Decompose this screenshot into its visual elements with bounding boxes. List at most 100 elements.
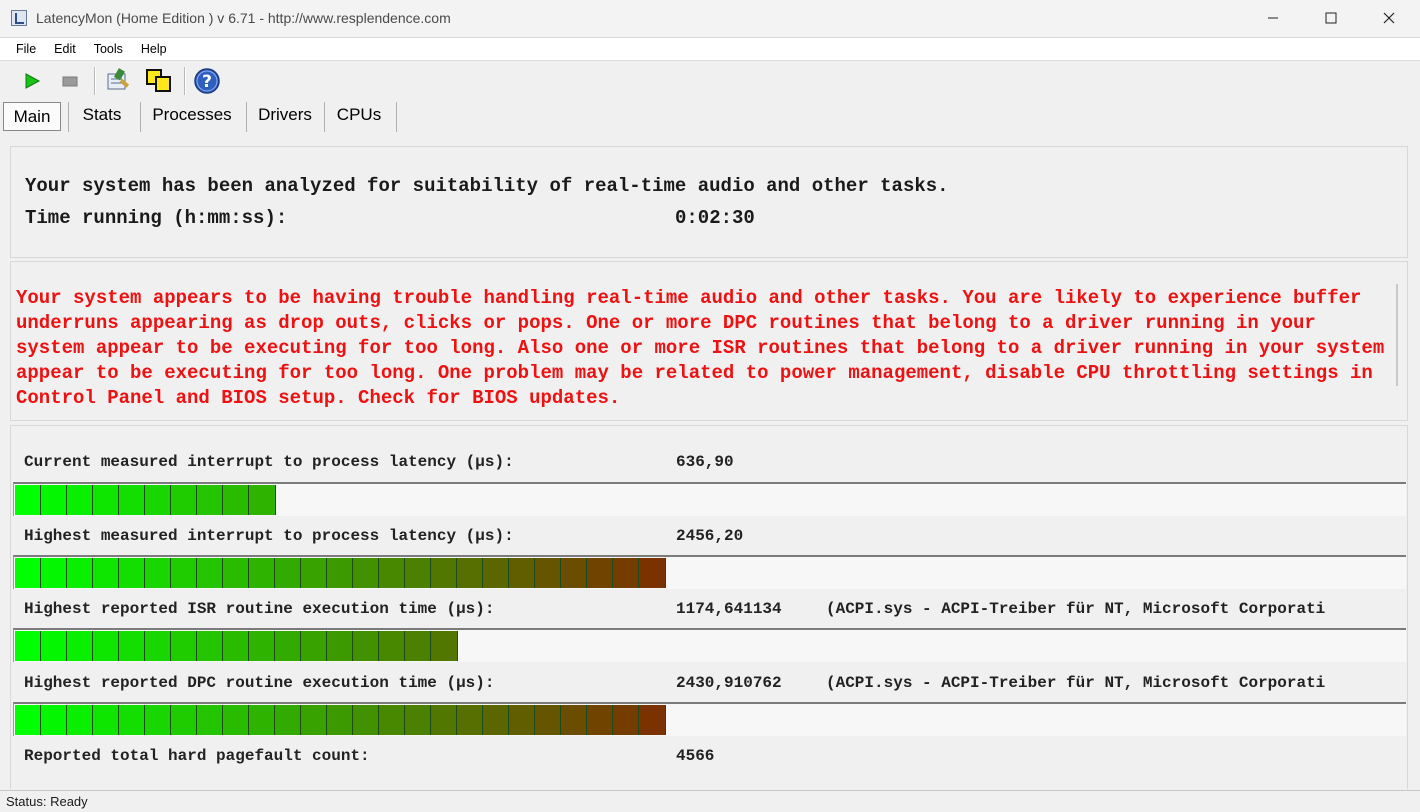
close-icon — [1383, 12, 1395, 24]
bar-segment — [639, 558, 666, 588]
bar-segment — [145, 485, 171, 515]
tab-divider — [246, 102, 247, 132]
bar-segment — [509, 558, 535, 588]
maximize-button[interactable] — [1302, 0, 1360, 36]
bar-segment — [457, 705, 483, 735]
bar-segment — [119, 631, 145, 661]
bar-segment — [67, 485, 93, 515]
bar-segment — [405, 631, 431, 661]
start-button[interactable] — [18, 67, 46, 95]
bar-segment — [561, 558, 587, 588]
bar-segment — [561, 705, 587, 735]
measurement-detail: (ACPI.sys - ACPI-Treiber für NT, Microso… — [826, 600, 1326, 618]
pagefault-label: Reported total hard pagefault count: — [24, 747, 370, 765]
bar-segment — [405, 558, 431, 588]
tab-main[interactable]: Main — [3, 102, 61, 131]
tab-stats[interactable]: Stats — [71, 100, 133, 130]
tab-divider — [68, 102, 69, 132]
tab-divider — [324, 102, 325, 132]
menu-edit[interactable]: Edit — [45, 42, 85, 56]
svg-text:?: ? — [202, 72, 212, 92]
minimize-button[interactable] — [1244, 0, 1302, 36]
warning-message: Your system appears to be having trouble… — [16, 287, 1385, 409]
bar-segment — [249, 485, 276, 515]
measurement-value: 2430,910762 — [676, 674, 782, 692]
tab-processes[interactable]: Processes — [143, 100, 241, 130]
pagefault-value: 4566 — [676, 747, 715, 765]
status-bar: Status: Ready — [0, 790, 1420, 812]
bar-segment — [509, 705, 535, 735]
time-running-label: Time running (h:mm:ss): — [25, 207, 288, 229]
report-icon — [107, 68, 130, 90]
bar-segment — [639, 705, 666, 735]
tab-bar: Main Stats Processes Drivers CPUs — [0, 100, 1420, 132]
bar-segment — [457, 558, 483, 588]
measurement-label: Highest reported ISR routine execution t… — [24, 600, 495, 618]
bar-segment — [145, 558, 171, 588]
bar-fill — [15, 705, 666, 735]
bar-segment — [223, 485, 249, 515]
bar-fill — [15, 558, 666, 588]
bar-segment — [41, 485, 67, 515]
toolbar: ? — [0, 63, 1420, 99]
bar-segment — [223, 558, 249, 588]
bar-segment — [171, 558, 197, 588]
bar-segment — [275, 558, 301, 588]
bar-segment — [171, 631, 197, 661]
menu-file[interactable]: File — [7, 42, 45, 56]
bar-segment — [353, 631, 379, 661]
measurement-value: 1174,641134 — [676, 600, 782, 618]
bar-segment — [15, 705, 41, 735]
latency-bar — [13, 555, 1406, 589]
title-bar: LatencyMon (Home Edition ) v 6.71 - http… — [0, 0, 1420, 36]
measurement-label: Highest reported DPC routine execution t… — [24, 674, 495, 692]
bar-segment — [15, 631, 41, 661]
help-icon: ? — [194, 68, 220, 94]
copy-button[interactable] — [145, 67, 173, 95]
bar-segment — [379, 631, 405, 661]
close-button[interactable] — [1360, 0, 1418, 36]
bar-segment — [249, 705, 275, 735]
bar-segment — [93, 558, 119, 588]
measurement-value: 636,90 — [676, 453, 734, 471]
bar-segment — [197, 485, 223, 515]
bar-segment — [223, 631, 249, 661]
menu-bar: File Edit Tools Help — [0, 37, 1420, 61]
bar-segment — [327, 558, 353, 588]
tab-cpus[interactable]: CPUs — [327, 100, 391, 130]
bar-segment — [327, 705, 353, 735]
bar-segment — [93, 485, 119, 515]
warning-panel: Your system appears to be having trouble… — [10, 261, 1408, 421]
report-button[interactable] — [104, 67, 132, 95]
tab-drivers[interactable]: Drivers — [249, 100, 321, 130]
bar-segment — [197, 631, 223, 661]
bar-segment — [613, 558, 639, 588]
bar-segment — [249, 558, 275, 588]
help-button[interactable]: ? — [193, 67, 221, 95]
bar-segment — [197, 558, 223, 588]
bar-segment — [119, 558, 145, 588]
toolbar-separator — [184, 67, 186, 95]
bar-segment — [119, 705, 145, 735]
measurement-value: 2456,20 — [676, 527, 744, 545]
tab-divider — [140, 102, 141, 132]
latency-bar — [13, 702, 1406, 736]
menu-tools[interactable]: Tools — [85, 42, 132, 56]
summary-panel: Your system has been analyzed for suitab… — [10, 146, 1408, 258]
maximize-icon — [1325, 12, 1337, 24]
bar-segment — [223, 705, 249, 735]
stop-icon — [62, 76, 78, 87]
warning-scrollbar[interactable] — [1396, 284, 1398, 386]
bar-segment — [327, 631, 353, 661]
tab-divider — [396, 102, 397, 132]
bar-segment — [67, 705, 93, 735]
stop-button[interactable] — [56, 67, 84, 95]
bar-segment — [93, 705, 119, 735]
menu-help[interactable]: Help — [132, 42, 176, 56]
bar-segment — [483, 558, 509, 588]
minimize-icon — [1268, 17, 1278, 19]
bar-segment — [145, 631, 171, 661]
bar-segment — [67, 558, 93, 588]
analysis-headline: Your system has been analyzed for suitab… — [25, 175, 949, 197]
bar-fill — [15, 485, 276, 515]
